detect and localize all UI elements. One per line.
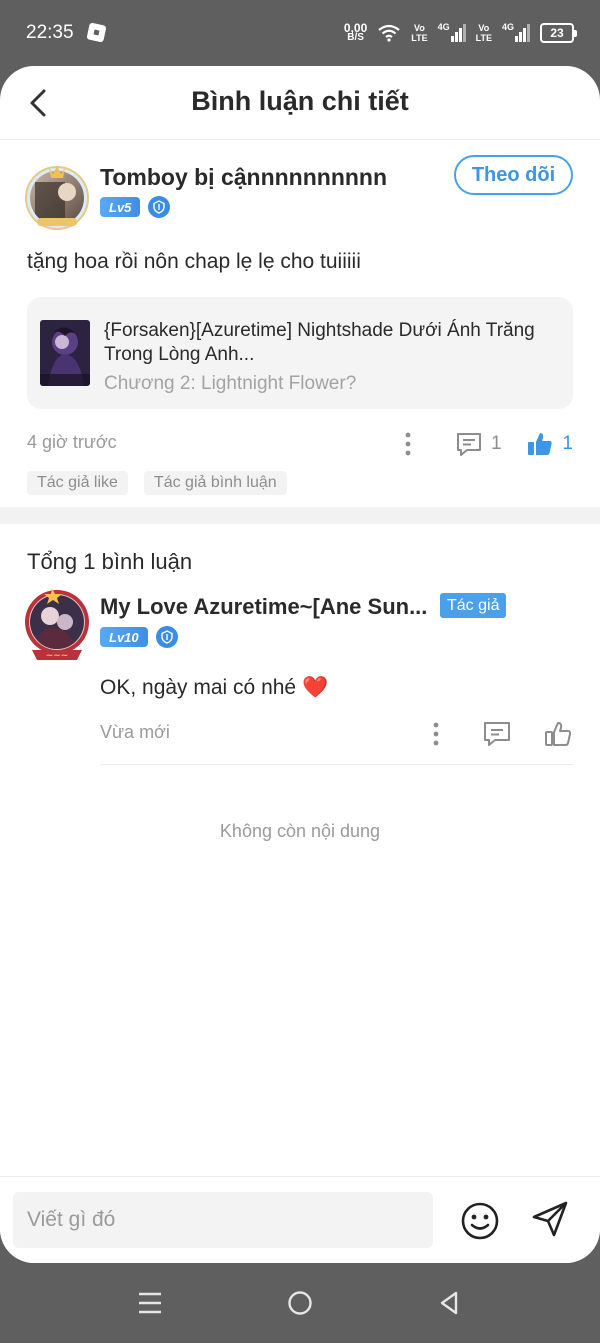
sim2-network: 4G — [501, 22, 514, 32]
shield-icon — [155, 626, 178, 648]
reply-text: OK, ngày mai có nhé — [100, 676, 297, 699]
back-triangle-icon[interactable] — [436, 1289, 464, 1317]
story-cover-image — [40, 320, 90, 386]
send-icon[interactable] — [530, 1199, 570, 1239]
wifi-icon — [378, 24, 400, 42]
header: Bình luận chi tiết — [0, 66, 600, 140]
sim1-volte: Vo LTE — [411, 23, 427, 43]
sim1-volte-bottom: LTE — [411, 33, 428, 43]
reply-meta-row: Vừa mới — [100, 719, 573, 749]
net-speed-unit: B/S — [347, 32, 364, 43]
thumbs-up-icon — [528, 433, 553, 455]
story-title: {Forsaken}[Azuretime] Nightshade Dưới Án… — [104, 320, 535, 365]
post-comment-text: tặng hoa rồi nôn chap lẹ lẹ cho tuiiiii — [27, 250, 361, 273]
reply-user-avatar[interactable]: ~~~ — [22, 586, 92, 664]
heart-emoji-icon: ❤️ — [302, 676, 329, 699]
svg-text:~~~: ~~~ — [46, 651, 69, 661]
author-badge: Tác giả — [440, 593, 507, 618]
battery-level: 23 — [550, 26, 564, 40]
level-badge: Lv5 — [100, 197, 141, 217]
like-button[interactable]: 1 — [526, 430, 573, 458]
reply-time: Vừa mới — [100, 722, 170, 742]
status-bar: 22:35 0,00 B/S Vo LTE 4G Vo LTE 4G 23 — [0, 0, 600, 66]
reply-separator — [100, 764, 573, 765]
section-divider — [0, 507, 600, 524]
sim2-signal: 4G — [501, 22, 530, 42]
tag-author-commented: Tác giả bình luận — [143, 471, 287, 495]
reply-count-button[interactable]: 1 — [455, 430, 502, 458]
net-speed: 0,00 B/S — [344, 22, 367, 43]
battery-icon: 23 — [540, 23, 577, 43]
total-comments-label: Tổng 1 bình luận — [27, 549, 193, 574]
home-circle-icon[interactable] — [286, 1289, 314, 1317]
user-avatar[interactable] — [23, 162, 91, 230]
sim2-volte: Vo LTE — [476, 23, 492, 43]
app-notification-icon — [86, 22, 107, 43]
menu-icon[interactable] — [136, 1289, 164, 1317]
more-dots-icon[interactable] — [430, 721, 442, 747]
signal-bars-icon — [515, 24, 530, 42]
post-username[interactable]: Tomboy bị cậnnnnnnnnnn — [100, 164, 387, 191]
more-dots-icon[interactable] — [402, 431, 414, 457]
reply-text-row: OK, ngày mai có nhé ❤️ — [100, 676, 328, 700]
status-time: 22:35 — [26, 22, 74, 43]
main-post: Tomboy bị cậnnnnnnnnnn Lv5 Theo dõi tặng… — [0, 140, 600, 510]
sim2-volte-top: Vo — [478, 23, 490, 33]
level-badge: Lv10 — [100, 627, 148, 647]
sim1-volte-top: Vo — [414, 23, 425, 33]
post-tags: Tác giả like Tác giả bình luận — [27, 471, 287, 495]
sim1-network: 4G — [437, 22, 450, 32]
reply-user-badges: Lv10 — [100, 626, 178, 648]
sim2-volte-bottom: LTE — [475, 33, 492, 43]
comment-composer — [0, 1176, 600, 1263]
follow-button[interactable]: Theo dõi — [454, 155, 573, 195]
page-title: Bình luận chi tiết — [191, 86, 409, 116]
comment-detail-sheet: Bình luận chi tiết Tomboy bị cậnnnnnnnnn… — [0, 66, 600, 1263]
comment-icon[interactable] — [482, 719, 512, 749]
thumbs-up-icon[interactable] — [543, 719, 573, 749]
end-of-content-label: Không còn nội dung — [219, 821, 381, 841]
comment-icon — [457, 433, 481, 456]
story-chapter: Chương 2: Lightnight Flower? — [104, 373, 357, 394]
reply-username[interactable]: My Love Azuretime~[Ane Sun... — [100, 594, 430, 620]
tag-author-liked: Tác giả like — [27, 471, 128, 495]
status-indicators: 0,00 B/S Vo LTE 4G Vo LTE 4G 23 — [344, 20, 577, 46]
emoji-icon[interactable] — [460, 1201, 500, 1241]
signal-bars-icon — [450, 24, 466, 42]
post-user-badges: Lv5 — [100, 196, 171, 218]
post-time: 4 giờ trước — [27, 432, 117, 452]
story-card[interactable]: {Forsaken}[Azuretime] Nightshade Dưới Án… — [27, 297, 573, 409]
comment-input[interactable] — [13, 1192, 433, 1248]
system-nav-bar — [0, 1263, 600, 1343]
post-meta-row: 4 giờ trước 1 1 — [27, 430, 573, 460]
shield-icon — [148, 196, 171, 218]
sim1-signal: 4G — [437, 22, 466, 42]
reply-count: 1 — [491, 433, 502, 454]
like-count: 1 — [562, 433, 573, 454]
